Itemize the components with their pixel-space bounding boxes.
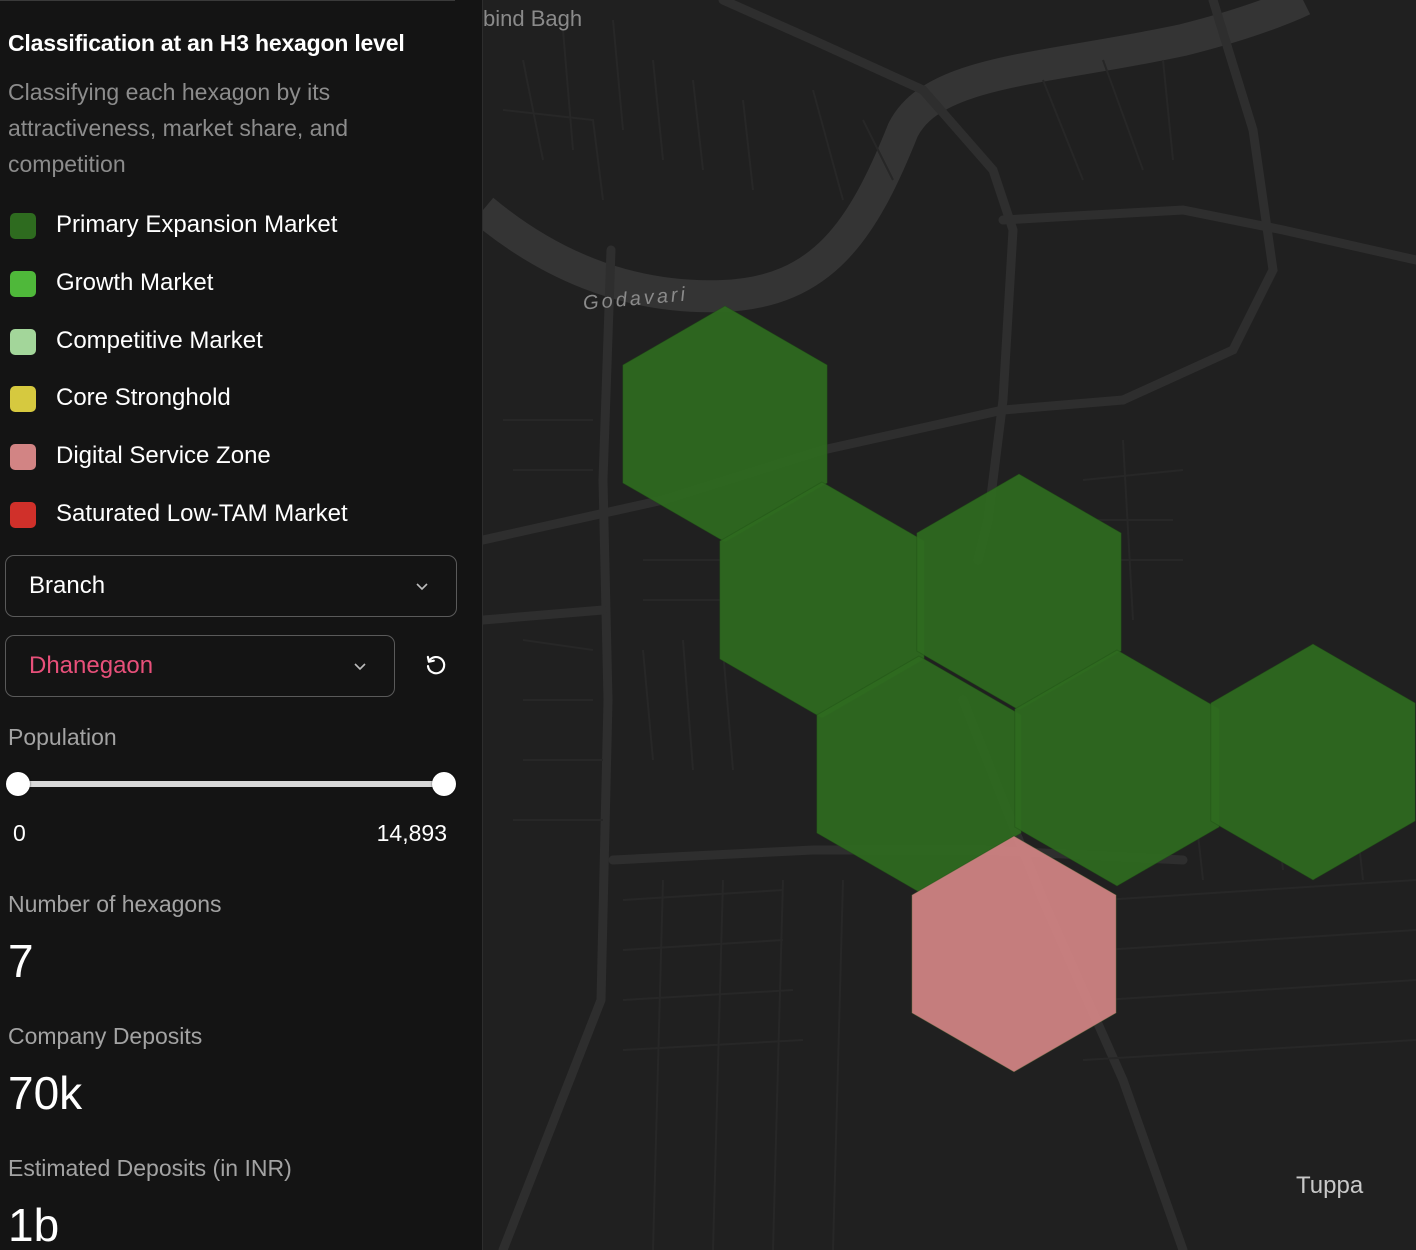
legend-swatch: [10, 328, 36, 355]
hexagons-count-value: 7: [8, 935, 34, 987]
legend-item-core-stronghold: Core Stronghold: [10, 380, 348, 438]
legend-label: Core Stronghold: [56, 384, 231, 412]
population-label: Population: [8, 724, 117, 750]
map-basemap: [483, 0, 1416, 1250]
legend-label: Primary Expansion Market: [56, 211, 338, 238]
legend-item-saturated: Saturated Low-TAM Market: [10, 496, 348, 554]
legend-swatch: [10, 213, 36, 239]
legend-item-primary-expansion: Primary Expansion Market: [10, 207, 348, 265]
legend-swatch: [10, 444, 36, 471]
branch-select[interactable]: Branch: [5, 555, 457, 617]
reset-icon: [426, 655, 446, 675]
map-place-label: Tuppa: [1296, 1172, 1364, 1199]
river-godavari: [483, 0, 1311, 313]
hexagon-layer: [622, 305, 1416, 1073]
legend-item-growth: Growth Market: [10, 265, 348, 323]
legend-item-competitive: Competitive Market: [10, 323, 348, 381]
branch-select-value: Branch: [29, 572, 106, 599]
company-deposits-label: Company Deposits: [8, 1023, 203, 1049]
hexagon-cell[interactable]: [1210, 643, 1416, 881]
chevron-down-icon: [354, 663, 366, 671]
estimated-deposits-label: Estimated Deposits (in INR): [8, 1155, 292, 1181]
population-slider-track[interactable]: [18, 781, 444, 787]
legend-swatch: [10, 270, 36, 297]
legend-label: Digital Service Zone: [56, 442, 271, 470]
app: Classification at an H3 hexagon level Cl…: [0, 0, 1416, 1250]
legend-swatch: [10, 386, 36, 413]
legend-label: Saturated Low-TAM Market: [56, 499, 348, 527]
map-place-label: bind Bagh: [483, 6, 583, 31]
legend-label: Competitive Market: [56, 326, 263, 354]
sidebar-panel: Classification at an H3 hexagon level Cl…: [0, 0, 483, 1250]
location-select[interactable]: Dhanegaon: [5, 635, 395, 697]
chevron-down-icon: [416, 583, 428, 591]
divider: [0, 0, 455, 1]
legend-swatch: [10, 501, 36, 528]
panel-subtitle: Classifying each hexagon by its attracti…: [8, 79, 349, 177]
hexagons-count-label: Number of hexagons: [8, 891, 222, 917]
location-select-value: Dhanegaon: [29, 652, 154, 679]
population-slider-max-handle[interactable]: [432, 772, 456, 796]
legend-item-digital-service: Digital Service Zone: [10, 438, 348, 496]
legend-label: Growth Market: [56, 268, 214, 296]
panel-title: Classification at an H3 hexagon level: [8, 30, 405, 56]
map-canvas[interactable]: bind Bagh Godavari Tuppa: [483, 0, 1416, 1250]
reset-button[interactable]: [421, 650, 451, 680]
population-slider-min-handle[interactable]: [6, 772, 30, 796]
legend: Primary Expansion Market Growth Market C…: [10, 207, 348, 554]
population-min-value: 0: [13, 820, 26, 846]
company-deposits-value: 70k: [8, 1067, 83, 1119]
population-max-value: 14,893: [376, 820, 447, 846]
estimated-deposits-value: 1b: [8, 1199, 60, 1250]
